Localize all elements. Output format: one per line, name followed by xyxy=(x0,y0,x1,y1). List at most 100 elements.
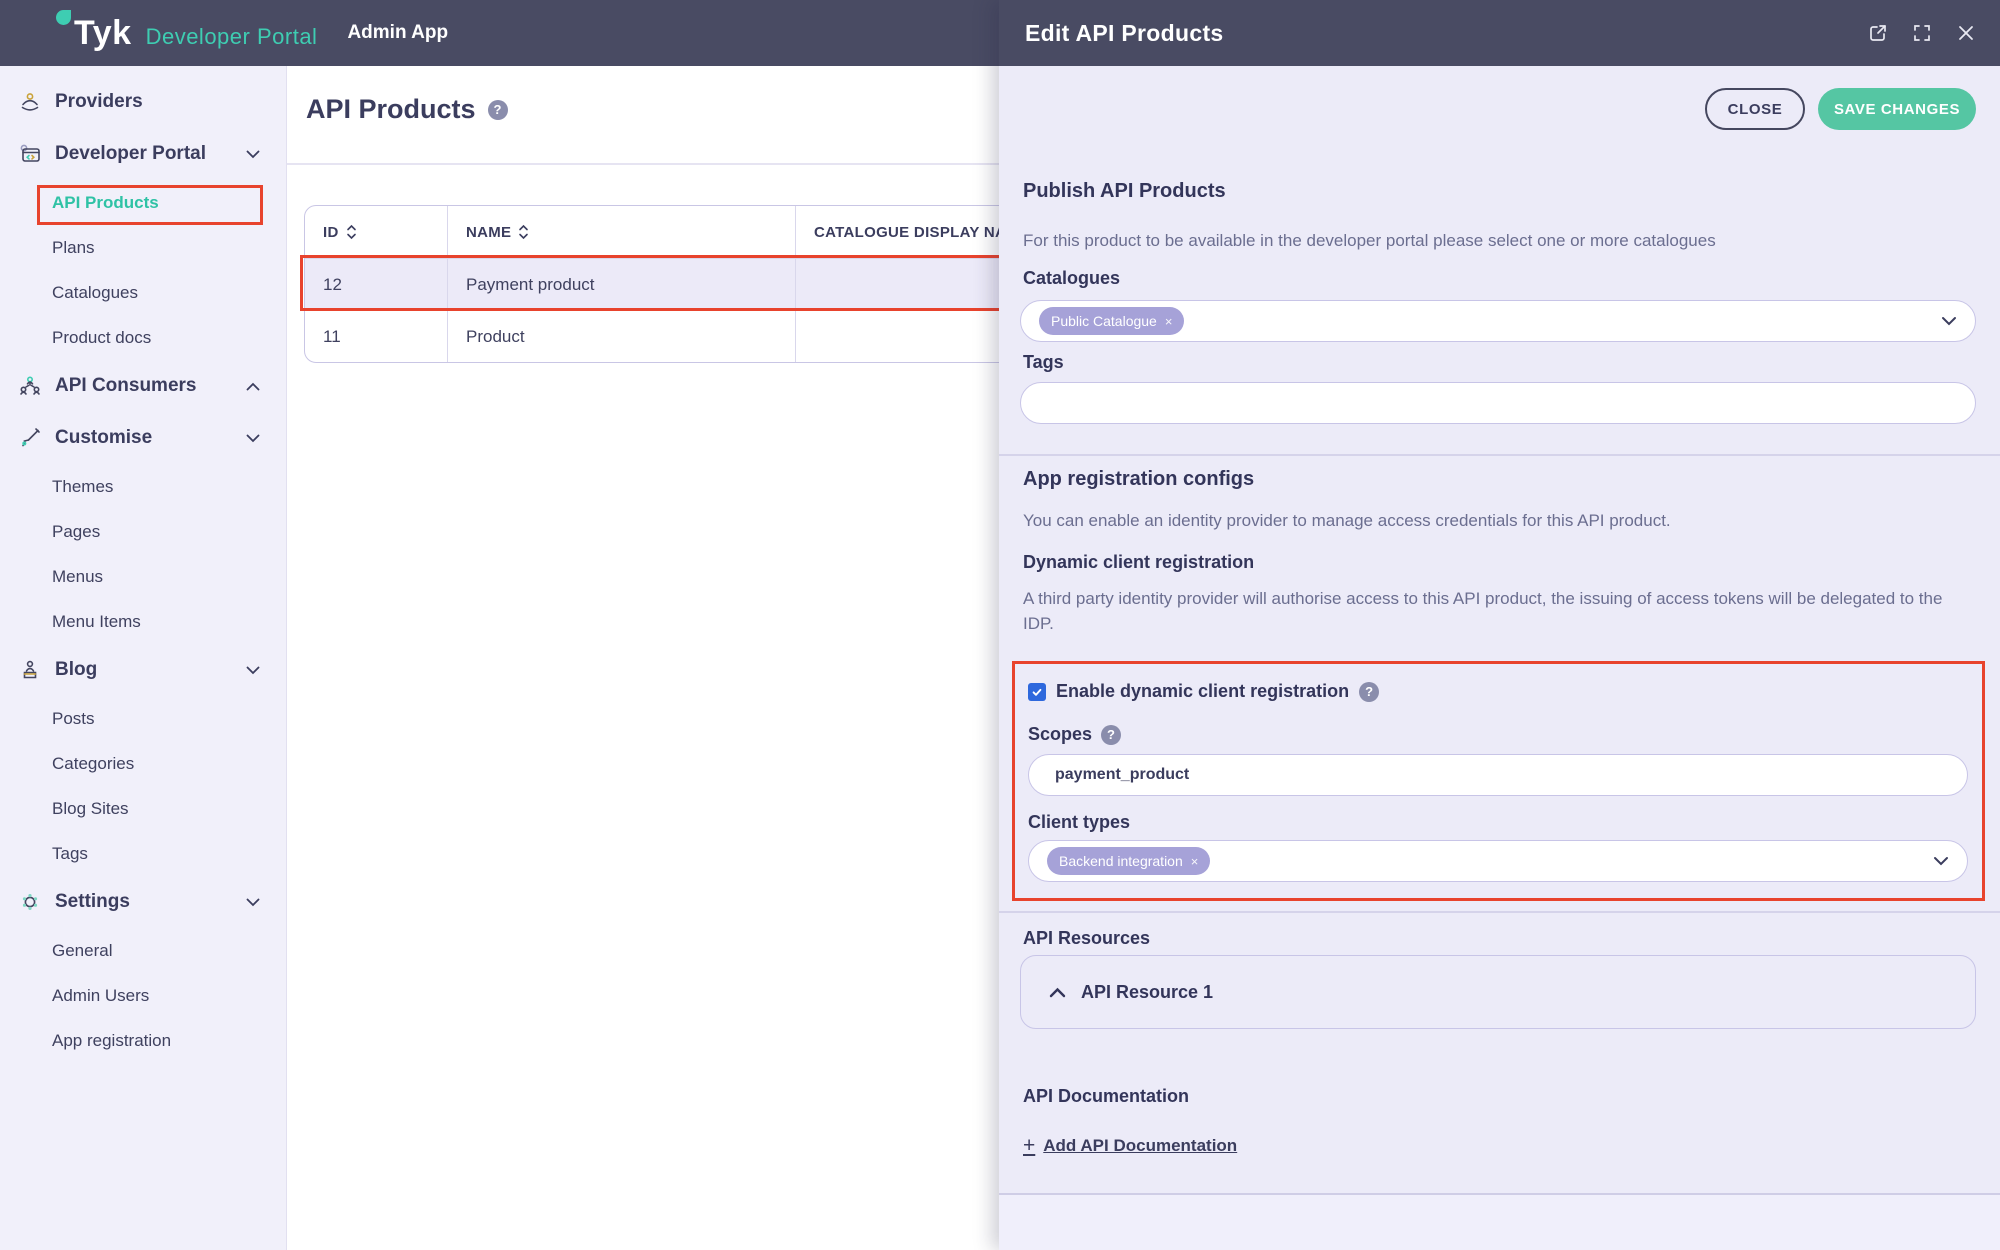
sidebar-item-label: Customise xyxy=(55,427,152,449)
tyk-logo: Tyk Developer Portal xyxy=(74,14,317,53)
tyk-leaf-icon xyxy=(56,10,71,25)
add-api-documentation-link[interactable]: + Add API Documentation xyxy=(1023,1134,1237,1158)
chevron-down-icon xyxy=(246,898,260,907)
save-changes-button[interactable]: SAVE CHANGES xyxy=(1818,88,1976,130)
sidebar-item-label: General xyxy=(52,941,112,961)
help-icon[interactable]: ? xyxy=(488,100,508,120)
close-button[interactable]: CLOSE xyxy=(1705,88,1805,130)
page-title: API Products xyxy=(306,94,476,125)
product-name: Developer Portal xyxy=(146,24,318,50)
chevron-up-icon xyxy=(1049,987,1066,998)
catalogues-label: Catalogues xyxy=(1023,268,1120,289)
sidebar-item-api-consumers[interactable]: API Consumers xyxy=(0,360,286,412)
sidebar-item-plans[interactable]: Plans xyxy=(0,225,286,270)
chip-remove-icon[interactable]: × xyxy=(1191,854,1199,869)
api-documentation-heading: API Documentation xyxy=(1023,1086,1189,1107)
cell-name: Product xyxy=(448,311,796,362)
sidebar-item-product-docs[interactable]: Product docs xyxy=(0,315,286,360)
sidebar-item-label: API Products xyxy=(52,193,159,213)
sidebar-item-app-registration[interactable]: App registration xyxy=(0,1018,286,1063)
api-products-table: ID NAME CATALOGUE DISPLAY NAME 12 P xyxy=(304,205,1064,363)
chevron-up-icon xyxy=(246,382,260,391)
app-registration-heading: App registration configs xyxy=(1023,468,1254,491)
chevron-down-icon xyxy=(1941,316,1957,326)
sidebar-item-blog-sites[interactable]: Blog Sites xyxy=(0,786,286,831)
enable-dcr-checkbox[interactable] xyxy=(1028,683,1046,701)
blog-icon xyxy=(18,658,42,682)
app-registration-description: You can enable an identity provider to m… xyxy=(1023,508,1963,533)
table-row[interactable]: 11 Product xyxy=(305,310,1063,362)
tags-input[interactable] xyxy=(1020,382,1976,424)
catalogues-select[interactable]: Public Catalogue × xyxy=(1020,300,1976,342)
sidebar-item-blog[interactable]: Blog xyxy=(0,644,286,696)
sidebar-item-catalogues[interactable]: Catalogues xyxy=(0,270,286,315)
sidebar-item-label: Providers xyxy=(55,91,143,113)
sidebar-item-menus[interactable]: Menus xyxy=(0,554,286,599)
cell-id: 11 xyxy=(305,311,448,362)
sidebar-item-developer-portal[interactable]: Developer Portal xyxy=(0,128,286,180)
client-types-select[interactable]: Backend integration × xyxy=(1028,840,1968,882)
sidebar-item-categories[interactable]: Categories xyxy=(0,741,286,786)
panel-title: Edit API Products xyxy=(1025,20,1224,47)
sidebar-item-label: Blog xyxy=(55,659,97,681)
sidebar-item-api-products[interactable]: API Products xyxy=(0,180,286,225)
app-window: Tyk Developer Portal Admin App Providers xyxy=(0,0,2000,1250)
chevron-down-icon xyxy=(1933,856,1949,866)
sidebar-item-menu-items[interactable]: Menu Items xyxy=(0,599,286,644)
sidebar-item-label: Tags xyxy=(52,844,88,864)
api-resource-accordion[interactable]: API Resource 1 xyxy=(1020,955,1976,1029)
sidebar-item-pages[interactable]: Pages xyxy=(0,509,286,554)
cell-name: Payment product xyxy=(448,259,796,310)
checkmark-icon xyxy=(1031,686,1043,698)
sidebar-item-label: Blog Sites xyxy=(52,799,129,819)
scopes-label: Scopes ? xyxy=(1028,724,1121,745)
column-header-id[interactable]: ID xyxy=(305,206,448,258)
panel-footer xyxy=(999,1193,2000,1250)
help-icon[interactable]: ? xyxy=(1359,682,1379,702)
sidebar-item-label: Posts xyxy=(52,709,95,729)
sort-icon[interactable] xyxy=(518,224,529,240)
api-resources-heading: API Resources xyxy=(1023,928,1150,949)
publish-section-heading: Publish API Products xyxy=(1023,180,1226,203)
title-divider xyxy=(287,163,1000,165)
help-icon[interactable]: ? xyxy=(1101,725,1121,745)
sidebar-item-providers[interactable]: Providers xyxy=(0,76,286,128)
sidebar-item-label: Catalogues xyxy=(52,283,138,303)
enable-dcr-label: Enable dynamic client registration xyxy=(1056,681,1349,702)
sidebar-item-label: Menus xyxy=(52,567,103,587)
close-icon[interactable] xyxy=(1956,23,1976,43)
scopes-input[interactable]: payment_product xyxy=(1028,754,1968,796)
catalogue-chip: Public Catalogue × xyxy=(1039,307,1184,335)
api-consumers-icon xyxy=(18,374,42,398)
open-in-new-window-icon[interactable] xyxy=(1868,23,1888,43)
app-name: Admin App xyxy=(347,22,448,44)
sidebar-item-label: Pages xyxy=(52,522,100,542)
sidebar-item-admin-users[interactable]: Admin Users xyxy=(0,973,286,1018)
sidebar-item-label: Product docs xyxy=(52,328,151,348)
sidebar-item-general[interactable]: General xyxy=(0,928,286,973)
edit-api-products-panel: Edit API Products xyxy=(999,0,2000,1250)
panel-header: Edit API Products xyxy=(999,0,2000,66)
fullscreen-icon[interactable] xyxy=(1912,23,1932,43)
sort-icon[interactable] xyxy=(346,224,357,240)
column-header-name[interactable]: NAME xyxy=(448,206,796,258)
plus-icon: + xyxy=(1023,1134,1035,1158)
dcr-description: A third party identity provider will aut… xyxy=(1023,586,1971,636)
sidebar-item-label: Menu Items xyxy=(52,612,141,632)
dcr-heading: Dynamic client registration xyxy=(1023,552,1254,573)
sidebar-item-label: App registration xyxy=(52,1031,171,1051)
sidebar-item-posts[interactable]: Posts xyxy=(0,696,286,741)
sidebar-item-settings[interactable]: Settings xyxy=(0,876,286,928)
providers-icon xyxy=(18,90,42,114)
chip-remove-icon[interactable]: × xyxy=(1165,314,1173,329)
sidebar-item-tags[interactable]: Tags xyxy=(0,831,286,876)
main-content: API Products ? ID NAME CAT xyxy=(287,66,1000,1250)
chevron-down-icon xyxy=(246,434,260,443)
sidebar-item-label: Admin Users xyxy=(52,986,149,1006)
section-divider xyxy=(999,454,2000,456)
publish-section-description: For this product to be available in the … xyxy=(1023,228,1963,253)
sidebar-item-customise[interactable]: Customise xyxy=(0,412,286,464)
table-row[interactable]: 12 Payment product xyxy=(305,258,1063,310)
chevron-down-icon xyxy=(246,666,260,675)
sidebar-item-themes[interactable]: Themes xyxy=(0,464,286,509)
